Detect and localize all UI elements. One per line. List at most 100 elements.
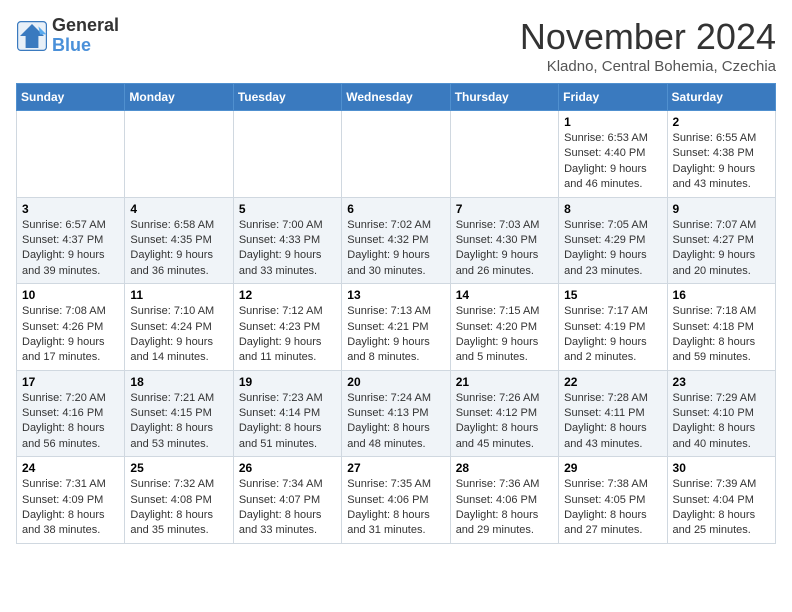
day-number: 26 <box>239 461 336 475</box>
day-number: 8 <box>564 202 661 216</box>
day-info: Sunrise: 7:21 AM Sunset: 4:15 PM Dayligh… <box>130 391 227 453</box>
calendar-cell: 5 Sunrise: 7:00 AM Sunset: 4:33 PM Daylig… <box>233 197 341 284</box>
day-number: 23 <box>673 375 770 389</box>
day-info: Sunrise: 7:02 AM Sunset: 4:32 PM Dayligh… <box>347 218 444 280</box>
day-number: 14 <box>456 288 553 302</box>
calendar-cell: 14 Sunrise: 7:15 AM Sunset: 4:20 PM Dayli… <box>450 284 558 371</box>
calendar-cell: 4 Sunrise: 6:58 AM Sunset: 4:35 PM Daylig… <box>125 197 233 284</box>
day-number: 16 <box>673 288 770 302</box>
day-info: Sunrise: 7:32 AM Sunset: 4:08 PM Dayligh… <box>130 477 227 539</box>
day-number: 6 <box>347 202 444 216</box>
header-cell-thursday: Thursday <box>450 84 558 111</box>
day-info: Sunrise: 7:15 AM Sunset: 4:20 PM Dayligh… <box>456 304 553 366</box>
day-info: Sunrise: 7:36 AM Sunset: 4:06 PM Dayligh… <box>456 477 553 539</box>
day-info: Sunrise: 7:00 AM Sunset: 4:33 PM Dayligh… <box>239 218 336 280</box>
header-cell-saturday: Saturday <box>667 84 775 111</box>
day-number: 30 <box>673 461 770 475</box>
day-info: Sunrise: 7:08 AM Sunset: 4:26 PM Dayligh… <box>22 304 119 366</box>
calendar-week-1: 1 Sunrise: 6:53 AM Sunset: 4:40 PM Daylig… <box>17 111 776 198</box>
day-info: Sunrise: 7:07 AM Sunset: 4:27 PM Dayligh… <box>673 218 770 280</box>
calendar-week-4: 17 Sunrise: 7:20 AM Sunset: 4:16 PM Dayli… <box>17 370 776 457</box>
day-number: 22 <box>564 375 661 389</box>
day-number: 13 <box>347 288 444 302</box>
logo-text: General Blue <box>52 16 119 56</box>
calendar-cell: 17 Sunrise: 7:20 AM Sunset: 4:16 PM Dayli… <box>17 370 125 457</box>
day-info: Sunrise: 7:39 AM Sunset: 4:04 PM Dayligh… <box>673 477 770 539</box>
calendar-cell: 29 Sunrise: 7:38 AM Sunset: 4:05 PM Dayli… <box>559 457 667 544</box>
calendar-cell: 26Sunrise: 7:34 AM Sunset: 4:07 PM Dayli… <box>233 457 341 544</box>
calendar-cell: 27 Sunrise: 7:35 AM Sunset: 4:06 PM Dayli… <box>342 457 450 544</box>
calendar-cell: 25Sunrise: 7:32 AM Sunset: 4:08 PM Dayli… <box>125 457 233 544</box>
day-number: 10 <box>22 288 119 302</box>
calendar-cell: 30 Sunrise: 7:39 AM Sunset: 4:04 PM Dayli… <box>667 457 775 544</box>
calendar-cell: 3 Sunrise: 6:57 AM Sunset: 4:37 PM Daylig… <box>17 197 125 284</box>
day-info: Sunrise: 6:55 AM Sunset: 4:38 PM Dayligh… <box>673 131 770 193</box>
day-info: Sunrise: 7:12 AM Sunset: 4:23 PM Dayligh… <box>239 304 336 366</box>
location: Kladno, Central Bohemia, Czechia <box>520 58 776 75</box>
calendar-body: 1 Sunrise: 6:53 AM Sunset: 4:40 PM Daylig… <box>17 111 776 544</box>
day-number: 1 <box>564 115 661 129</box>
day-info: Sunrise: 7:10 AM Sunset: 4:24 PM Dayligh… <box>130 304 227 366</box>
calendar-cell: 8 Sunrise: 7:05 AM Sunset: 4:29 PM Daylig… <box>559 197 667 284</box>
day-number: 20 <box>347 375 444 389</box>
calendar-cell: 7 Sunrise: 7:03 AM Sunset: 4:30 PM Daylig… <box>450 197 558 284</box>
day-number: 15 <box>564 288 661 302</box>
calendar-cell: 20 Sunrise: 7:24 AM Sunset: 4:13 PM Dayli… <box>342 370 450 457</box>
logo: General Blue <box>16 16 119 56</box>
day-info: Sunrise: 6:57 AM Sunset: 4:37 PM Dayligh… <box>22 218 119 280</box>
day-number: 29 <box>564 461 661 475</box>
header-cell-monday: Monday <box>125 84 233 111</box>
month-title: November 2024 <box>520 16 776 58</box>
day-number: 27 <box>347 461 444 475</box>
calendar-cell <box>17 111 125 198</box>
calendar-cell <box>450 111 558 198</box>
header-row: SundayMondayTuesdayWednesdayThursdayFrid… <box>17 84 776 111</box>
day-number: 19 <box>239 375 336 389</box>
day-info: Sunrise: 6:53 AM Sunset: 4:40 PM Dayligh… <box>564 131 661 193</box>
day-number: 12 <box>239 288 336 302</box>
day-info: Sunrise: 6:58 AM Sunset: 4:35 PM Dayligh… <box>130 218 227 280</box>
calendar-cell: 13Sunrise: 7:13 AM Sunset: 4:21 PM Dayli… <box>342 284 450 371</box>
day-number: 17 <box>22 375 119 389</box>
calendar-cell: 10 Sunrise: 7:08 AM Sunset: 4:26 PM Dayli… <box>17 284 125 371</box>
day-info: Sunrise: 7:28 AM Sunset: 4:11 PM Dayligh… <box>564 391 661 453</box>
day-info: Sunrise: 7:31 AM Sunset: 4:09 PM Dayligh… <box>22 477 119 539</box>
day-number: 28 <box>456 461 553 475</box>
calendar-table: SundayMondayTuesdayWednesdayThursdayFrid… <box>16 83 776 544</box>
day-info: Sunrise: 7:23 AM Sunset: 4:14 PM Dayligh… <box>239 391 336 453</box>
calendar-week-2: 3 Sunrise: 6:57 AM Sunset: 4:37 PM Daylig… <box>17 197 776 284</box>
calendar-cell <box>233 111 341 198</box>
day-info: Sunrise: 7:24 AM Sunset: 4:13 PM Dayligh… <box>347 391 444 453</box>
calendar-week-5: 24 Sunrise: 7:31 AM Sunset: 4:09 PM Dayli… <box>17 457 776 544</box>
day-number: 3 <box>22 202 119 216</box>
day-number: 9 <box>673 202 770 216</box>
calendar-cell: 12 Sunrise: 7:12 AM Sunset: 4:23 PM Dayli… <box>233 284 341 371</box>
day-number: 24 <box>22 461 119 475</box>
day-info: Sunrise: 7:18 AM Sunset: 4:18 PM Dayligh… <box>673 304 770 366</box>
calendar-cell: 9 Sunrise: 7:07 AM Sunset: 4:27 PM Daylig… <box>667 197 775 284</box>
day-info: Sunrise: 7:35 AM Sunset: 4:06 PM Dayligh… <box>347 477 444 539</box>
day-number: 4 <box>130 202 227 216</box>
calendar-cell: 1 Sunrise: 6:53 AM Sunset: 4:40 PM Daylig… <box>559 111 667 198</box>
calendar-cell: 28 Sunrise: 7:36 AM Sunset: 4:06 PM Dayli… <box>450 457 558 544</box>
calendar-cell: 6 Sunrise: 7:02 AM Sunset: 4:32 PM Daylig… <box>342 197 450 284</box>
day-number: 7 <box>456 202 553 216</box>
day-number: 5 <box>239 202 336 216</box>
day-number: 11 <box>130 288 227 302</box>
day-number: 21 <box>456 375 553 389</box>
day-info: Sunrise: 7:20 AM Sunset: 4:16 PM Dayligh… <box>22 391 119 453</box>
calendar-cell: 21 Sunrise: 7:26 AM Sunset: 4:12 PM Dayli… <box>450 370 558 457</box>
header-cell-sunday: Sunday <box>17 84 125 111</box>
header-cell-friday: Friday <box>559 84 667 111</box>
calendar-cell: 22 Sunrise: 7:28 AM Sunset: 4:11 PM Dayli… <box>559 370 667 457</box>
day-info: Sunrise: 7:05 AM Sunset: 4:29 PM Dayligh… <box>564 218 661 280</box>
day-info: Sunrise: 7:26 AM Sunset: 4:12 PM Dayligh… <box>456 391 553 453</box>
day-info: Sunrise: 7:03 AM Sunset: 4:30 PM Dayligh… <box>456 218 553 280</box>
day-info: Sunrise: 7:38 AM Sunset: 4:05 PM Dayligh… <box>564 477 661 539</box>
header-cell-tuesday: Tuesday <box>233 84 341 111</box>
calendar-cell: 19 Sunrise: 7:23 AM Sunset: 4:14 PM Dayli… <box>233 370 341 457</box>
day-number: 2 <box>673 115 770 129</box>
header: General Blue November 2024 Kladno, Centr… <box>16 16 776 75</box>
calendar-cell <box>125 111 233 198</box>
calendar-cell: 15Sunrise: 7:17 AM Sunset: 4:19 PM Dayli… <box>559 284 667 371</box>
